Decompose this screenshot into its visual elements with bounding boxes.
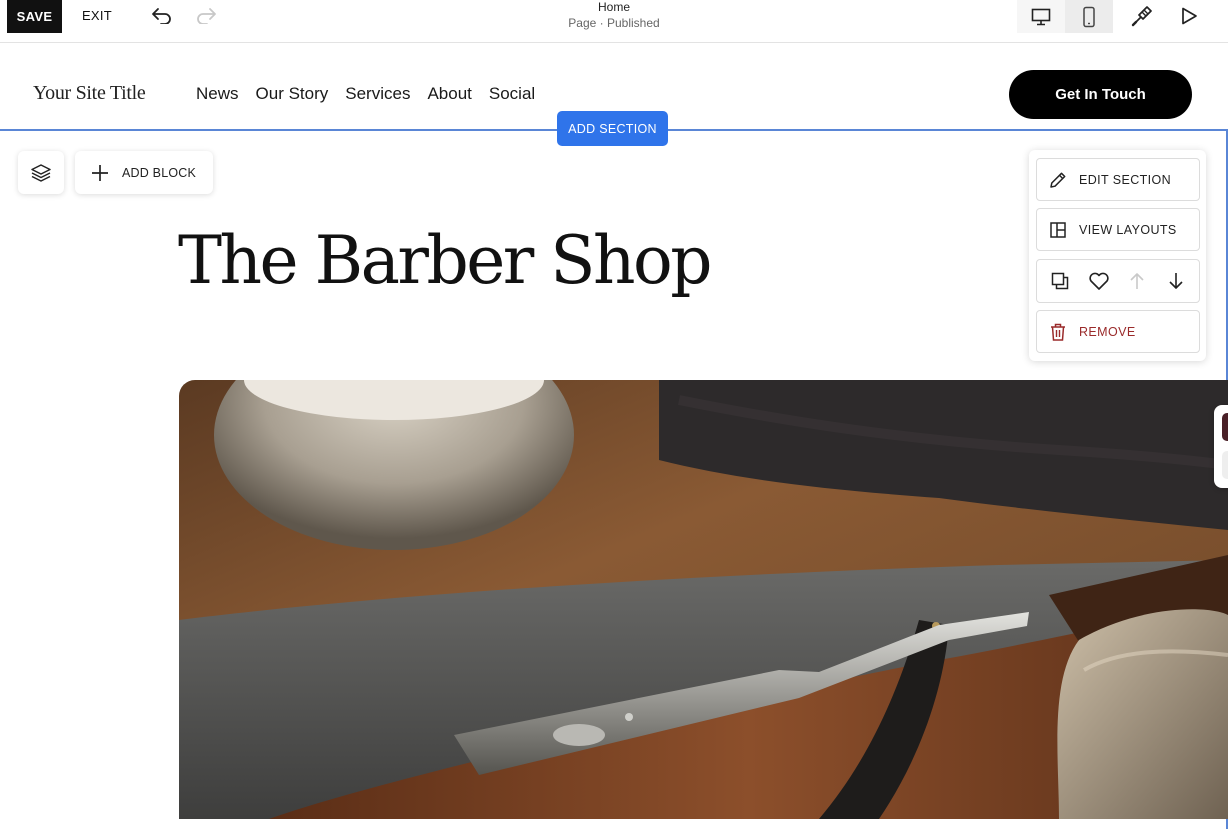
- hero-image[interactable]: [179, 380, 1228, 819]
- add-block-button[interactable]: ADD BLOCK: [75, 151, 213, 194]
- section-panel: EDIT SECTION VIEW LAYOUTS REMOVE: [1029, 150, 1206, 361]
- layers-button[interactable]: [18, 151, 64, 194]
- remove-label: REMOVE: [1079, 324, 1136, 339]
- nav-item-about[interactable]: About: [427, 83, 471, 105]
- page-name: Home: [597, 0, 630, 14]
- view-layouts-button[interactable]: VIEW LAYOUTS: [1036, 208, 1200, 251]
- view-layouts-label: VIEW LAYOUTS: [1079, 222, 1177, 237]
- add-section-button[interactable]: ADD SECTION: [557, 111, 668, 146]
- trash-icon: [1051, 323, 1065, 341]
- page-info: Home Page · Published: [514, 0, 714, 32]
- layout-icon: [1050, 221, 1066, 238]
- device-toggle: [1017, 0, 1113, 33]
- main-nav: News Our Story Services About Social: [196, 83, 552, 105]
- play-icon[interactable]: [1174, 2, 1204, 30]
- arrow-down-icon[interactable]: [1161, 266, 1191, 296]
- edge-panel-tab[interactable]: [1214, 405, 1228, 488]
- desktop-view-button[interactable]: [1017, 0, 1065, 33]
- remove-section-button[interactable]: REMOVE: [1036, 310, 1200, 353]
- paintbrush-icon[interactable]: [1127, 2, 1157, 30]
- edit-section-label: EDIT SECTION: [1079, 172, 1172, 187]
- nav-item-social[interactable]: Social: [489, 83, 535, 105]
- add-block-label: ADD BLOCK: [122, 165, 197, 180]
- page-status: Page · Published: [568, 16, 660, 30]
- heart-icon[interactable]: [1084, 266, 1114, 296]
- site-title[interactable]: Your Site Title: [33, 82, 146, 105]
- section-heading[interactable]: The Barber Shop: [178, 222, 713, 299]
- get-in-touch-button[interactable]: Get In Touch: [1009, 70, 1192, 119]
- duplicate-icon[interactable]: [1045, 266, 1075, 296]
- layers-icon: [31, 163, 51, 182]
- desktop-icon: [1031, 8, 1051, 25]
- section-actions-row: [1036, 259, 1200, 303]
- nav-item-services[interactable]: Services: [345, 83, 410, 105]
- plus-icon: [92, 164, 108, 181]
- editor-toolbar: SAVE EXIT Home Page · Published: [0, 0, 1228, 43]
- mobile-icon: [1083, 6, 1095, 27]
- exit-button[interactable]: EXIT: [74, 0, 120, 30]
- color-swatch: [1222, 413, 1228, 441]
- nav-item-news[interactable]: News: [196, 83, 239, 105]
- save-button[interactable]: SAVE: [7, 0, 62, 33]
- undo-icon[interactable]: [149, 3, 175, 27]
- color-swatch-secondary: [1222, 451, 1228, 479]
- nav-item-our-story[interactable]: Our Story: [256, 83, 329, 105]
- arrow-up-icon[interactable]: [1122, 266, 1152, 296]
- mobile-view-button[interactable]: [1065, 0, 1113, 33]
- pencil-icon: [1050, 172, 1066, 188]
- redo-icon[interactable]: [193, 3, 219, 27]
- edit-section-button[interactable]: EDIT SECTION: [1036, 158, 1200, 201]
